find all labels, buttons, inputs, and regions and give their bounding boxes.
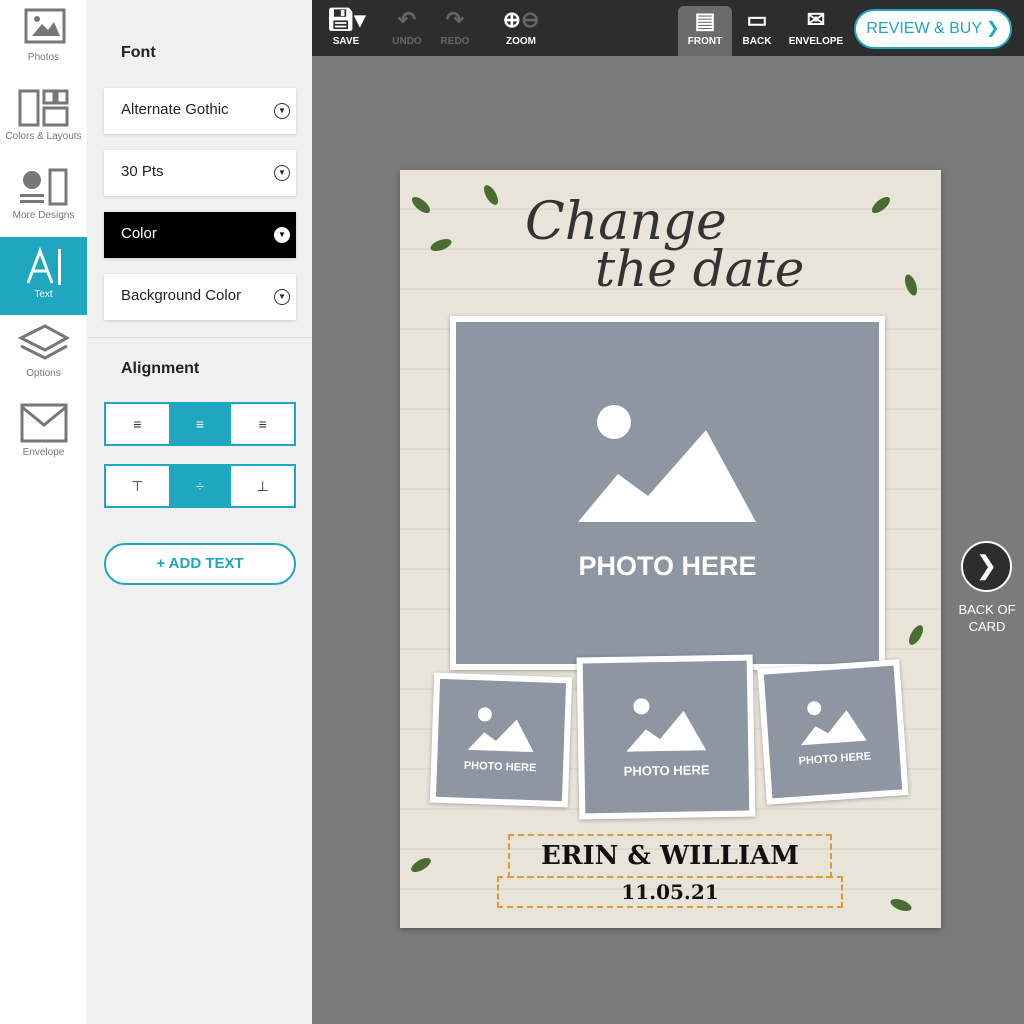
top-toolbar: 💾︎▾ SAVE ↶ UNDO ↷ REDO ⊕⊖ ZOOM ▤ FRONT ▭ BACK … [312,0,1024,56]
next-card-side-button[interactable]: ❯ [961,541,1012,592]
sidebar-item-options[interactable]: Options [0,316,87,394]
envelope-icon: ✉ [806,7,826,32]
sidebar-item-envelope[interactable]: Envelope [0,395,87,473]
photos-icon [24,8,65,44]
save-label: SAVE [332,36,360,47]
leaf-decoration [902,272,920,298]
text-icon [26,246,61,285]
undo-icon: ↶ [397,7,417,32]
sidebar-item-text[interactable]: Text [0,237,87,315]
chevron-down-icon: ▼ [274,103,290,119]
card-front-canvas[interactable]: Change the date PHOTO HERE PHOTO HERE PH… [400,170,941,928]
vertical-alignment-group: ⊤ ÷ ⊥ [104,464,296,508]
tab-envelope[interactable]: ✉ ENVELOPE [786,0,846,56]
sidebar-item-label: Envelope [22,447,65,458]
undo-label: UNDO [392,36,422,47]
names-text-box[interactable]: ERIN & WILLIAM [508,834,832,878]
sidebar-item-more-designs[interactable]: More Designs [0,158,87,236]
zoom-controls[interactable]: ⊕⊖ ZOOM [488,0,554,56]
image-placeholder-icon [800,701,867,746]
sidebar-item-label: More Designs [12,210,75,221]
color-dropdown[interactable]: Color ▼ [104,212,296,258]
align-right-button[interactable]: ≡ [231,404,294,444]
leaf-decoration [869,194,893,216]
card-front-icon: ▤ [694,8,716,33]
date-text-box[interactable]: 11.05.21 [497,876,843,908]
align-left-button[interactable]: ≡ [106,404,169,444]
chevron-right-icon: ❯ [975,550,998,580]
photo-placeholder-label: PHOTO HERE [623,761,710,779]
redo-label: REDO [440,36,470,47]
leaf-decoration [906,622,926,648]
main-photo-slot[interactable]: PHOTO HERE [450,316,885,670]
divider [87,337,312,338]
align-bottom-button[interactable]: ⊥ [231,466,294,506]
photo-placeholder-label: PHOTO HERE [463,759,537,775]
back-of-card-label[interactable]: BACK OF CARD [950,601,1024,635]
horizontal-alignment-group: ≡ ≡ ≡ [104,402,296,446]
small-photo-slot[interactable]: PHOTO HERE [429,672,573,808]
sidebar-item-label: Photos [27,52,60,63]
card-title-line2[interactable]: the date [595,240,804,298]
add-text-button[interactable]: + ADD TEXT [104,543,296,585]
photo-placeholder: PHOTO HERE [763,665,903,799]
leaf-decoration [409,194,433,216]
align-top-button[interactable]: ⊤ [106,466,169,506]
photo-placeholder: PHOTO HERE [435,678,567,802]
zoom-label: ZOOM [506,36,536,47]
layouts-icon [18,89,68,127]
sidebar-item-label: Text [34,289,53,300]
alignment-heading: Alignment [121,360,200,377]
designs-icon [19,168,67,206]
font-size-dropdown[interactable]: 30 Pts ▼ [104,150,296,196]
tool-sidebar: Photos Colors & Layouts More Designs Tex… [0,0,87,1024]
envelope-icon [20,403,67,443]
photo-placeholder-label: PHOTO HERE [578,551,757,581]
chevron-down-icon: ▼ [274,227,290,243]
chevron-down-icon: ▼ [274,165,290,181]
redo-icon: ↷ [445,7,465,32]
envelope-label: ENVELOPE [788,36,844,47]
photo-placeholder-label: PHOTO HERE [798,750,872,768]
sidebar-item-photos[interactable]: Photos [0,0,87,78]
leaf-decoration [888,896,914,914]
review-buy-button[interactable]: REVIEW & BUY ❯ [854,9,1012,49]
small-photo-slot[interactable]: PHOTO HERE [576,654,756,820]
front-label: FRONT [687,36,723,47]
sidebar-item-label: Options [26,368,61,379]
leaf-decoration [481,182,501,208]
image-placeholder-icon [577,405,756,522]
card-back-icon: ▭ [746,7,768,32]
redo-button[interactable]: ↷ REDO [438,0,472,56]
background-color-dropdown[interactable]: Background Color ▼ [104,274,296,320]
leaf-decoration [408,855,434,875]
align-center-button[interactable]: ≡ [168,404,232,444]
undo-button[interactable]: ↶ UNDO [390,0,424,56]
zoom-in-icon[interactable]: ⊕⊖ [488,0,554,36]
font-heading: Font [121,44,156,61]
image-placeholder-icon [467,707,534,753]
color-label: Color [121,225,157,242]
align-middle-button[interactable]: ÷ [168,466,232,506]
sidebar-item-label: Colors & Layouts [5,131,82,142]
save-icon: 💾︎▾ [326,7,366,32]
text-panel: Font Alternate Gothic ▼ 30 Pts ▼ Color ▼ Ba… [87,0,312,1024]
font-family-value: Alternate Gothic [121,101,229,118]
options-icon [17,324,70,360]
font-family-dropdown[interactable]: Alternate Gothic ▼ [104,88,296,134]
photo-placeholder: PHOTO HERE [582,660,750,814]
sidebar-item-colors-layouts[interactable]: Colors & Layouts [0,79,87,157]
chevron-down-icon: ▼ [274,289,290,305]
zoom-out-icon[interactable]: ⊖ [521,7,539,32]
tab-front[interactable]: ▤ FRONT [678,6,732,56]
tab-back[interactable]: ▭ BACK [736,0,778,56]
leaf-decoration [428,236,454,254]
photo-placeholder: PHOTO HERE [456,322,879,664]
background-color-label: Background Color [121,287,242,304]
small-photo-slot[interactable]: PHOTO HERE [757,659,909,805]
back-label: BACK [742,36,772,47]
save-button[interactable]: 💾︎▾ SAVE [326,0,366,56]
image-placeholder-icon [626,697,707,752]
font-size-value: 30 Pts [121,163,164,180]
